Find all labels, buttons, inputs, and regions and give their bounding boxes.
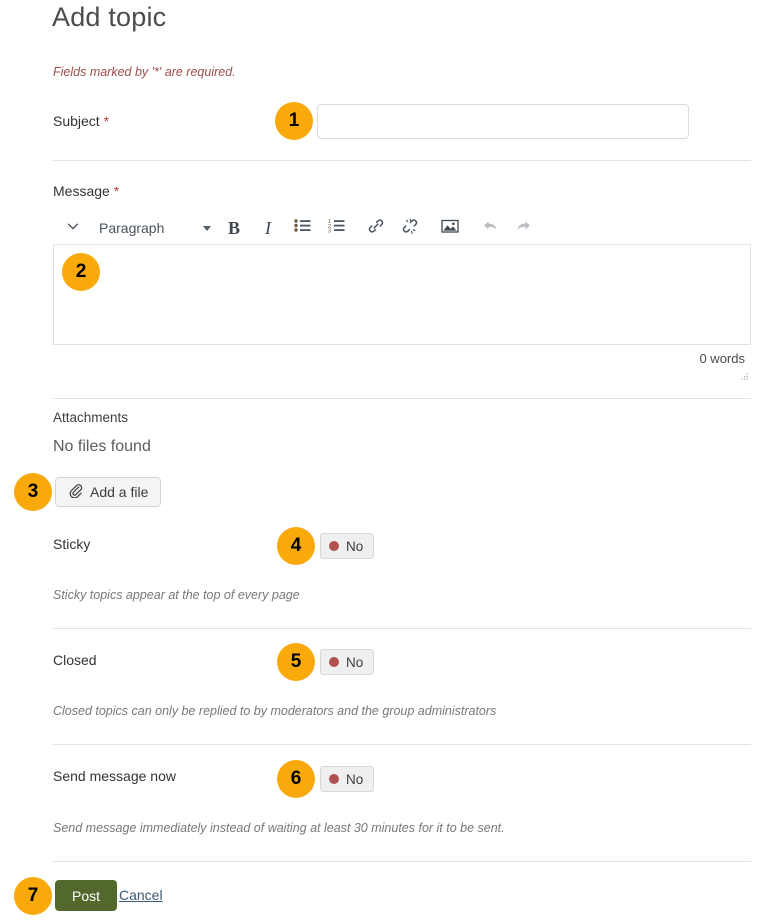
editor-toolbar: Paragraph B I [53,212,751,245]
page-title: Add topic [52,2,166,33]
attachments-empty-text: No files found [53,438,151,456]
numbered-list-button[interactable]: 1 2 3 [319,214,353,242]
sticky-toggle[interactable]: No [320,533,374,559]
paperclip-icon [68,483,83,501]
message-editor: Paragraph B I [53,212,751,375]
add-file-label: Add a file [90,484,148,500]
italic-icon: I [265,218,271,239]
sticky-label: Sticky [53,536,90,552]
divider-after-subject [53,160,751,161]
badge-6: 6 [277,760,315,798]
editor-status-bar: 0 words [53,345,751,375]
send-now-help-text: Send message immediately instead of wait… [53,821,505,835]
divider-after-sticky [53,628,751,629]
bold-icon: B [228,218,240,239]
unlink-icon [401,217,419,240]
subject-input[interactable] [317,104,689,139]
message-editable-area[interactable] [53,245,751,345]
badge-1: 1 [275,102,313,140]
remove-link-button[interactable] [393,214,427,242]
insert-image-button[interactable] [433,214,467,242]
divider-before-actions [53,861,751,862]
closed-toggle[interactable]: No [320,649,374,675]
closed-help-text: Closed topics can only be replied to by … [53,704,496,718]
italic-button[interactable]: I [251,214,285,242]
editor-resize-handle[interactable] [739,369,749,379]
subject-required-star: * [104,113,109,129]
word-count-label: 0 words [699,351,745,366]
badge-2: 2 [62,253,100,291]
attachments-title: Attachments [53,410,128,425]
link-icon [367,217,385,240]
add-topic-form-page: Add topic Fields marked by '*' are requi… [0,0,761,920]
bullet-list-button[interactable] [285,214,319,242]
redo-icon [515,218,533,239]
toggle-status-dot [329,657,339,667]
badge-3: 3 [14,473,52,511]
badge-7: 7 [14,877,52,915]
chevron-down-icon [203,226,211,231]
badge-4: 4 [277,527,315,565]
chevron-down-icon [66,219,80,238]
svg-text:3: 3 [328,228,331,233]
undo-icon [481,218,499,239]
closed-toggle-value: No [346,655,363,670]
post-button[interactable]: Post [55,880,117,911]
message-label-text: Message [53,183,110,199]
toggle-status-dot [329,541,339,551]
insert-link-button[interactable] [359,214,393,242]
bullet-list-icon [294,218,311,238]
sticky-help-text: Sticky topics appear at the top of every… [53,588,300,602]
badge-5: 5 [277,643,315,681]
paragraph-format-select[interactable]: Paragraph [89,214,217,242]
paragraph-format-value: Paragraph [99,220,164,236]
message-label: Message * [53,183,119,199]
redo-button[interactable] [507,214,541,242]
subject-label-text: Subject [53,113,100,129]
divider-before-attachments [53,398,751,399]
subject-label: Subject * [53,113,109,129]
toggle-status-dot [329,774,339,784]
message-required-star: * [114,183,119,199]
send-now-toggle-value: No [346,772,363,787]
numbered-list-icon: 1 2 3 [328,218,345,238]
add-file-button[interactable]: Add a file [55,477,161,507]
image-icon [441,218,459,239]
sticky-toggle-value: No [346,539,363,554]
bold-button[interactable]: B [217,214,251,242]
divider-after-closed [53,744,751,745]
cancel-link[interactable]: Cancel [119,887,163,903]
required-fields-note: Fields marked by '*' are required. [53,65,236,79]
send-now-label: Send message now [53,768,176,784]
closed-label: Closed [53,652,97,668]
send-now-toggle[interactable]: No [320,766,374,792]
undo-button[interactable] [473,214,507,242]
toolbar-collapse-button[interactable] [57,214,89,242]
